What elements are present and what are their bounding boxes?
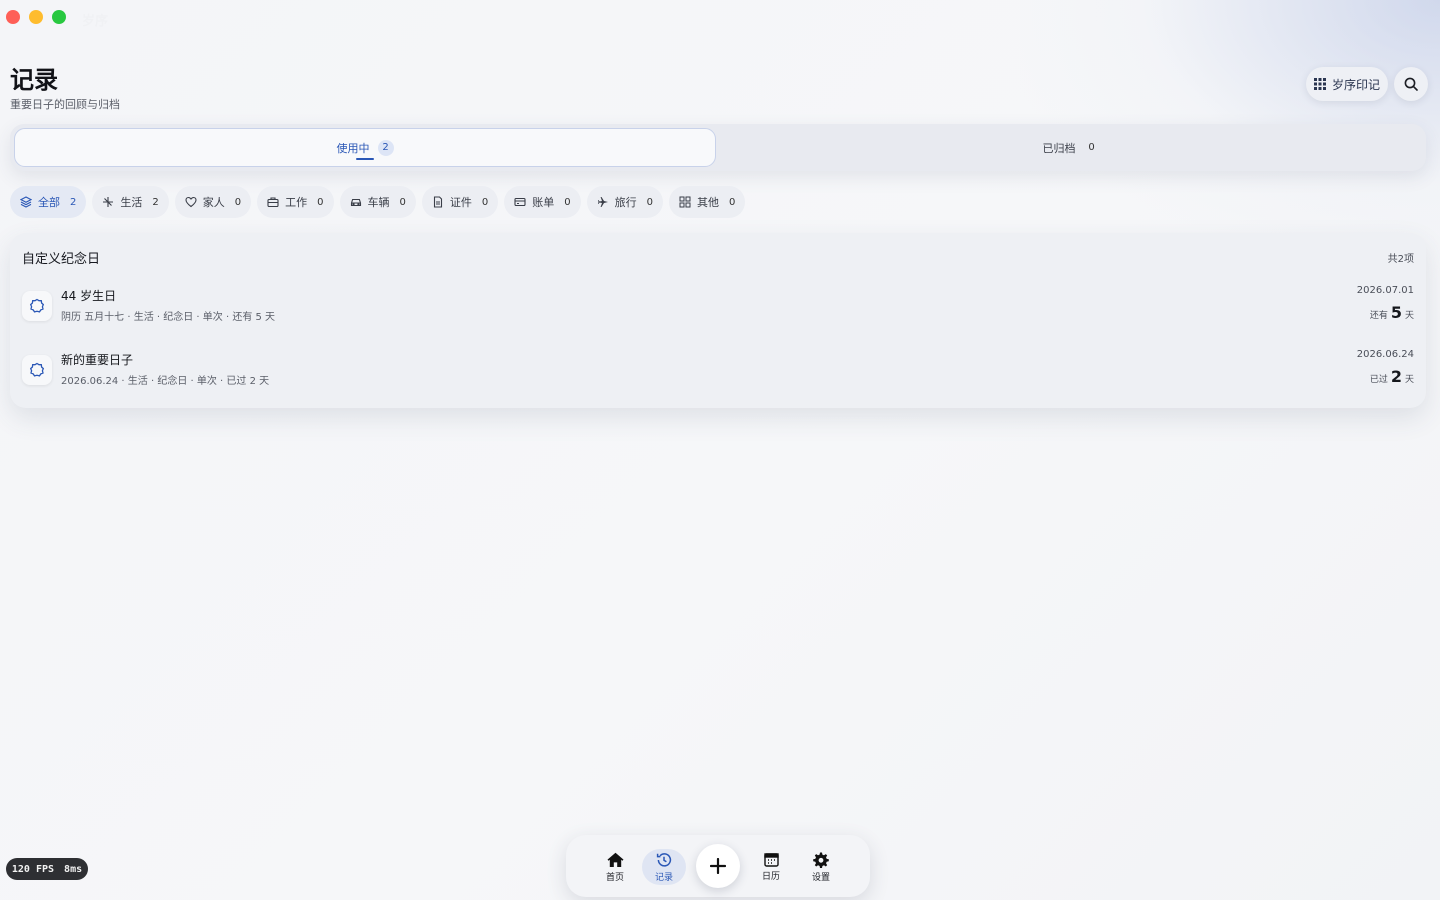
chip-count: 0 — [317, 196, 324, 208]
maximize-window-button[interactable] — [52, 10, 66, 24]
window-controls — [6, 10, 66, 24]
item-meta: 2026.06.24 · 生活 · 纪念日 · 单次 · 已过 2 天 — [61, 376, 270, 387]
search-button[interactable] — [1394, 67, 1428, 101]
item-date: 2026.07.01 — [1356, 285, 1414, 296]
history-icon — [656, 852, 672, 867]
nav-records[interactable]: 记录 — [642, 849, 686, 885]
countdown-prefix: 已过 — [1369, 375, 1388, 385]
search-icon — [1404, 77, 1418, 91]
nav-label: 日历 — [761, 872, 780, 882]
countdown-prefix: 还有 — [1369, 311, 1388, 321]
fps-counter: 120 FPS 8ms — [6, 858, 88, 880]
category-chip-travel[interactable]: 旅行 0 — [586, 186, 663, 218]
category-filter: 全部 2 生活 2 家人 0 工作 0 车辆 0 证件 0 账单 0 旅行 0 … — [10, 186, 746, 218]
item-countdown: 还有 5 天 — [1370, 303, 1414, 322]
chip-label: 账单 — [532, 196, 555, 209]
nav-home[interactable]: 首页 — [593, 849, 637, 885]
suixu-imprint-label: 岁序印记 — [1331, 77, 1380, 92]
plane-icon — [597, 197, 608, 207]
bottom-nav: 首页 记录 日历 设置 — [566, 835, 870, 897]
event-icon — [22, 291, 52, 321]
category-chip-all[interactable]: 全部 2 — [10, 186, 87, 218]
nav-label: 记录 — [654, 872, 673, 883]
layers-icon — [20, 196, 32, 208]
chip-count: 2 — [70, 196, 77, 208]
countdown-unit: 天 — [1404, 375, 1414, 385]
tab-count-badge: 2 — [377, 139, 394, 156]
item-date: 2026.06.24 — [1356, 349, 1414, 360]
category-chip-family[interactable]: 家人 0 — [174, 186, 252, 218]
category-chip-vehicle[interactable]: 车辆 0 — [339, 186, 416, 218]
category-chip-other[interactable]: 其他 0 — [669, 186, 746, 218]
section-total: 共2项 — [1387, 254, 1414, 265]
item-name: 44 岁生日 — [61, 289, 117, 303]
category-chip-life[interactable]: 生活 2 — [92, 186, 169, 218]
category-chip-documents[interactable]: 证件 0 — [421, 186, 499, 218]
chip-count: 0 — [481, 196, 489, 208]
chip-label: 全部 — [38, 196, 60, 209]
fps-value: 120 FPS — [11, 863, 55, 875]
chip-label: 旅行 — [614, 196, 637, 209]
window-title: 岁序 — [82, 14, 109, 29]
tab-count-badge: 0 — [1083, 139, 1100, 156]
plus-icon — [710, 858, 726, 874]
countdown-number: 2 — [1390, 367, 1402, 386]
list-item[interactable]: 新的重要日子 2026.06.24 · 生活 · 纪念日 · 单次 · 已过 2… — [22, 349, 1414, 401]
chip-count: 2 — [152, 196, 159, 208]
status-tabs: 使用中 2 已归档 0 — [10, 124, 1426, 171]
tab-label: 使用中 — [336, 141, 370, 155]
category-chip-work[interactable]: 工作 0 — [257, 186, 334, 218]
item-name: 新的重要日子 — [61, 353, 134, 367]
card-icon — [514, 197, 526, 207]
nav-label: 设置 — [811, 872, 830, 883]
event-icon — [22, 355, 52, 385]
sparkle-icon — [103, 197, 114, 207]
briefcase-icon — [267, 197, 279, 208]
chip-count: 0 — [399, 196, 406, 208]
document-icon — [433, 196, 442, 208]
frame-time: 8ms — [64, 863, 83, 875]
home-icon — [607, 852, 623, 867]
chip-count: 0 — [646, 196, 653, 208]
list-item[interactable]: 44 岁生日 阴历 五月十七 · 生活 · 纪念日 · 单次 · 还有 5 天 … — [22, 285, 1414, 337]
chip-label: 工作 — [285, 196, 308, 209]
close-window-button[interactable] — [6, 10, 20, 24]
tab-archived[interactable]: 已归档 0 — [720, 128, 1422, 167]
chip-label: 家人 — [202, 196, 225, 209]
item-meta: 阴历 五月十七 · 生活 · 纪念日 · 单次 · 还有 5 天 — [61, 312, 276, 323]
tab-label: 已归档 — [1042, 141, 1076, 155]
chip-label: 生活 — [120, 196, 143, 209]
anniversary-card: 自定义纪念日 共2项 44 岁生日 阴历 五月十七 · 生活 · 纪念日 · 单… — [10, 233, 1426, 408]
category-chip-bills[interactable]: 账单 0 — [504, 186, 581, 218]
minimize-window-button[interactable] — [29, 10, 43, 24]
chip-count: 0 — [729, 196, 736, 208]
chip-count: 0 — [564, 196, 571, 208]
calendar-icon — [763, 853, 779, 867]
chip-label: 其他 — [697, 196, 719, 209]
add-button[interactable] — [696, 844, 740, 888]
gear-icon — [813, 852, 829, 868]
grid-icon — [1313, 78, 1326, 90]
nav-label: 首页 — [605, 872, 624, 883]
item-countdown: 已过 2 天 — [1370, 367, 1414, 386]
heart-icon — [185, 196, 197, 208]
countdown-unit: 天 — [1404, 311, 1414, 321]
chip-label: 车辆 — [367, 196, 390, 209]
chip-label: 证件 — [449, 196, 472, 209]
page-subtitle: 重要日子的回顾与归档 — [10, 98, 120, 111]
grid-icon — [679, 196, 691, 208]
chip-count: 0 — [234, 196, 242, 208]
page-title: 记录 — [10, 66, 58, 94]
nav-settings[interactable]: 设置 — [799, 849, 843, 885]
tab-indicator — [356, 158, 374, 160]
car-icon — [350, 198, 361, 207]
nav-calendar[interactable]: 日历 — [749, 849, 793, 885]
tab-active[interactable]: 使用中 2 — [14, 128, 716, 167]
countdown-number: 5 — [1390, 303, 1402, 322]
suixu-imprint-button[interactable]: 岁序印记 — [1306, 67, 1388, 101]
section-title: 自定义纪念日 — [22, 252, 101, 267]
